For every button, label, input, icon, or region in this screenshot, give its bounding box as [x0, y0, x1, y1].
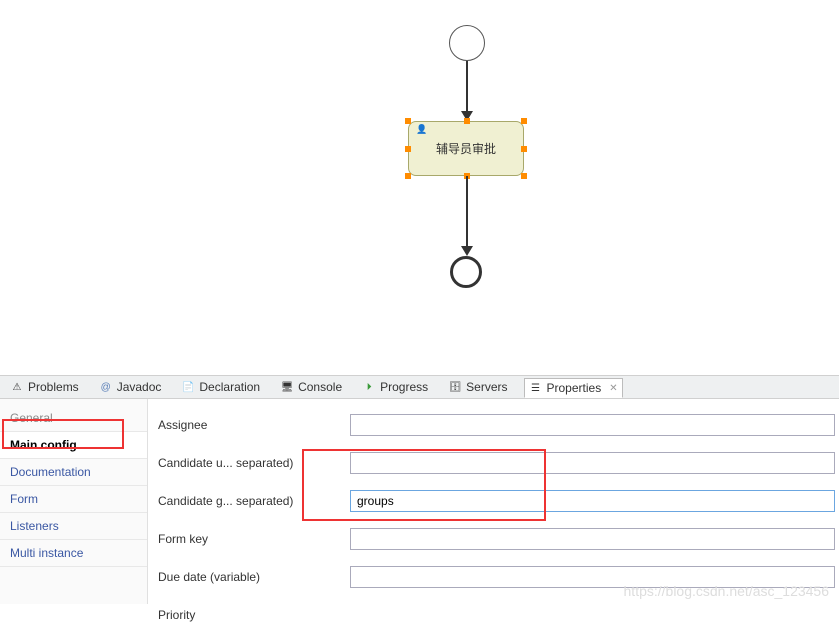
tab-console[interactable]: 🖥 Console [276, 378, 346, 396]
row-assignee: Assignee [158, 409, 839, 441]
properties-form: Assignee Candidate u... separated) Candi… [148, 399, 839, 604]
tab-properties[interactable]: ☰ Properties ✕ [524, 378, 623, 398]
side-tab-form[interactable]: Form [0, 486, 147, 513]
resize-handle[interactable] [521, 118, 527, 124]
tab-label: Properties [547, 381, 602, 395]
user-task-icon [415, 126, 429, 136]
task-label: 辅导员审批 [436, 140, 496, 157]
label-form-key: Form key [158, 532, 350, 546]
tab-label: Javadoc [117, 380, 162, 394]
diagram-canvas[interactable]: 辅导员审批 [0, 0, 839, 375]
input-candidate-users[interactable] [350, 452, 835, 474]
resize-handle[interactable] [521, 146, 527, 152]
flow-arrow-2[interactable] [466, 176, 468, 254]
side-tab-main-config[interactable]: Main config [0, 432, 147, 459]
tab-label: Problems [28, 380, 79, 394]
start-event-circle[interactable] [449, 25, 485, 61]
declaration-icon: 📄 [181, 380, 195, 394]
views-tab-bar: ⚠ Problems @ Javadoc 📄 Declaration 🖥 Con… [0, 375, 839, 399]
row-candidate-groups: Candidate g... separated) [158, 485, 839, 517]
tab-problems[interactable]: ⚠ Problems [6, 378, 83, 396]
side-tab-multi-instance[interactable]: Multi instance [0, 540, 147, 567]
resize-handle[interactable] [405, 118, 411, 124]
resize-handle[interactable] [405, 146, 411, 152]
input-form-key[interactable] [350, 528, 835, 550]
tab-label: Console [298, 380, 342, 394]
label-due-date: Due date (variable) [158, 570, 350, 584]
tab-label: Declaration [199, 380, 260, 394]
label-candidate-groups: Candidate g... separated) [158, 494, 350, 508]
close-icon[interactable]: ✕ [609, 383, 617, 394]
properties-icon: ☰ [529, 381, 543, 395]
side-tab-documentation[interactable]: Documentation [0, 459, 147, 486]
console-icon: 🖥 [280, 380, 294, 394]
flow-arrow-1[interactable] [466, 61, 468, 119]
tab-servers[interactable]: 🗄 Servers [444, 378, 511, 396]
label-assignee: Assignee [158, 418, 350, 432]
properties-side-tabs: General Main config Documentation Form L… [0, 399, 148, 604]
watermark-text: https://blog.csdn.net/asc_123456 [624, 583, 829, 599]
resize-handle[interactable] [521, 173, 527, 179]
row-candidate-users: Candidate u... separated) [158, 447, 839, 479]
resize-handle[interactable] [405, 173, 411, 179]
label-candidate-users: Candidate u... separated) [158, 456, 350, 470]
tab-label: Servers [466, 380, 507, 394]
tab-declaration[interactable]: 📄 Declaration [177, 378, 264, 396]
progress-icon: ⏵ [362, 380, 376, 394]
javadoc-icon: @ [99, 380, 113, 394]
row-priority: Priority [158, 599, 839, 631]
label-priority: Priority [158, 608, 350, 622]
tab-label: Progress [380, 380, 428, 394]
input-assignee[interactable] [350, 414, 835, 436]
tab-progress[interactable]: ⏵ Progress [358, 378, 432, 396]
row-form-key: Form key [158, 523, 839, 555]
user-task-box[interactable]: 辅导员审批 [408, 121, 524, 176]
resize-handle[interactable] [464, 118, 470, 124]
side-tab-listeners[interactable]: Listeners [0, 513, 147, 540]
tab-javadoc[interactable]: @ Javadoc [95, 378, 166, 396]
servers-icon: 🗄 [448, 380, 462, 394]
side-tab-general[interactable]: General [0, 405, 147, 432]
properties-panel: General Main config Documentation Form L… [0, 399, 839, 604]
end-event-circle[interactable] [450, 256, 482, 288]
input-candidate-groups[interactable] [350, 490, 835, 512]
problems-icon: ⚠ [10, 380, 24, 394]
